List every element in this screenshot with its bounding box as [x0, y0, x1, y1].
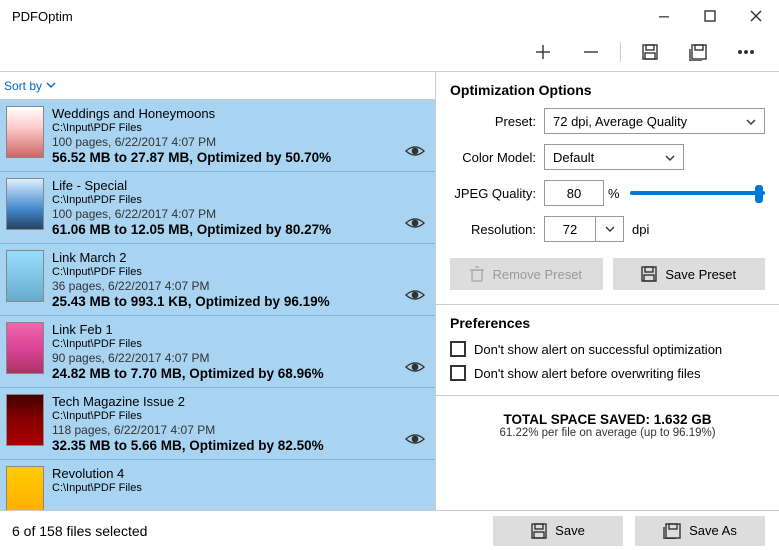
file-thumbnail	[6, 322, 44, 374]
file-meta: 100 pages, 6/22/2017 4:07 PM	[52, 207, 427, 221]
file-result: 25.43 MB to 993.1 KB, Optimized by 96.19…	[52, 294, 427, 309]
file-item[interactable]: Link Feb 1C:\Input\PDF Files90 pages, 6/…	[0, 316, 435, 388]
file-path: C:\Input\PDF Files	[52, 266, 427, 278]
percent-label: %	[608, 186, 620, 201]
total-space-saved: TOTAL SPACE SAVED: 1.632 GB	[450, 412, 765, 427]
save-preset-button[interactable]: Save Preset	[613, 258, 766, 290]
more-button[interactable]	[723, 34, 769, 70]
file-title: Life - Special	[52, 178, 427, 193]
save-as-icon	[663, 523, 681, 539]
dpi-label: dpi	[632, 222, 649, 237]
preview-icon[interactable]	[405, 360, 425, 379]
save-as-button[interactable]: Save As	[635, 516, 765, 546]
file-thumbnail	[6, 394, 44, 446]
toolbar-separator	[620, 42, 621, 62]
chevron-down-icon	[665, 150, 675, 165]
save-toolbar-button[interactable]	[627, 34, 673, 70]
file-meta: 90 pages, 6/22/2017 4:07 PM	[52, 351, 427, 365]
trash-icon	[470, 266, 484, 282]
file-title: Revolution 4	[52, 466, 427, 481]
file-title: Weddings and Honeymoons	[52, 106, 427, 121]
save-button[interactable]: Save	[493, 516, 623, 546]
file-title: Tech Magazine Issue 2	[52, 394, 427, 409]
file-result: 32.35 MB to 5.66 MB, Optimized by 82.50%	[52, 438, 427, 453]
jpeg-quality-label: JPEG Quality:	[450, 186, 544, 201]
save-icon	[531, 523, 547, 539]
remove-button[interactable]	[568, 34, 614, 70]
file-item[interactable]: Link March 2C:\Input\PDF Files36 pages, …	[0, 244, 435, 316]
file-meta: 118 pages, 6/22/2017 4:07 PM	[52, 423, 427, 437]
file-item[interactable]: Life - SpecialC:\Input\PDF Files100 page…	[0, 172, 435, 244]
preset-value: 72 dpi, Average Quality	[553, 114, 687, 129]
file-path: C:\Input\PDF Files	[52, 122, 427, 134]
jpeg-quality-input[interactable]	[544, 180, 604, 206]
file-list: Weddings and HoneymoonsC:\Input\PDF File…	[0, 100, 435, 510]
preview-icon[interactable]	[405, 432, 425, 451]
file-path: C:\Input\PDF Files	[52, 410, 427, 422]
file-thumbnail	[6, 106, 44, 158]
file-path: C:\Input\PDF Files	[52, 338, 427, 350]
file-meta: 100 pages, 6/22/2017 4:07 PM	[52, 135, 427, 149]
sort-by-dropdown[interactable]: Sort by	[4, 79, 56, 93]
file-thumbnail	[6, 250, 44, 302]
preview-icon[interactable]	[405, 216, 425, 235]
resolution-value: 72	[545, 217, 595, 241]
pref-success-alert-checkbox[interactable]	[450, 341, 466, 357]
preview-icon[interactable]	[405, 144, 425, 163]
file-item[interactable]: Revolution 4C:\Input\PDF Files	[0, 460, 435, 510]
window-title: PDFOptim	[12, 9, 641, 24]
preview-icon[interactable]	[405, 288, 425, 307]
sort-by-label: Sort by	[4, 79, 42, 93]
slider-thumb[interactable]	[755, 185, 763, 203]
preset-label: Preset:	[450, 114, 544, 129]
file-meta: 36 pages, 6/22/2017 4:07 PM	[52, 279, 427, 293]
save-label: Save	[555, 523, 585, 538]
color-model-select[interactable]: Default	[544, 144, 684, 170]
chevron-down-icon	[595, 217, 623, 241]
chevron-down-icon	[746, 114, 756, 129]
chevron-down-icon	[46, 82, 56, 89]
maximize-button[interactable]	[687, 0, 733, 32]
options-heading: Optimization Options	[450, 82, 765, 98]
pref-overwrite-alert-checkbox[interactable]	[450, 365, 466, 381]
file-result: 56.52 MB to 27.87 MB, Optimized by 50.70…	[52, 150, 427, 165]
pref-overwrite-alert-label: Don't show alert before overwriting file…	[474, 366, 700, 381]
save-as-label: Save As	[689, 523, 737, 538]
save-preset-label: Save Preset	[665, 267, 736, 282]
divider	[436, 395, 779, 396]
file-path: C:\Input\PDF Files	[52, 194, 427, 206]
close-button[interactable]	[733, 0, 779, 32]
color-model-label: Color Model:	[450, 150, 544, 165]
preset-select[interactable]: 72 dpi, Average Quality	[544, 108, 765, 134]
save-icon	[641, 266, 657, 282]
file-result: 61.06 MB to 12.05 MB, Optimized by 80.27…	[52, 222, 427, 237]
divider	[436, 304, 779, 305]
resolution-label: Resolution:	[450, 222, 544, 237]
file-path: C:\Input\PDF Files	[52, 482, 427, 494]
file-title: Link March 2	[52, 250, 427, 265]
jpeg-quality-slider[interactable]	[630, 191, 765, 195]
color-model-value: Default	[553, 150, 594, 165]
file-item[interactable]: Tech Magazine Issue 2C:\Input\PDF Files1…	[0, 388, 435, 460]
file-item[interactable]: Weddings and HoneymoonsC:\Input\PDF File…	[0, 100, 435, 172]
resolution-select[interactable]: 72	[544, 216, 624, 242]
selection-status: 6 of 158 files selected	[0, 523, 493, 539]
preferences-heading: Preferences	[450, 315, 765, 331]
remove-preset-button[interactable]: Remove Preset	[450, 258, 603, 290]
add-button[interactable]	[520, 34, 566, 70]
minimize-button[interactable]: ─	[641, 0, 687, 32]
file-result: 24.82 MB to 7.70 MB, Optimized by 68.96%	[52, 366, 427, 381]
total-space-sub: 61.22% per file on average (up to 96.19%…	[450, 427, 765, 439]
save-as-toolbar-button[interactable]	[675, 34, 721, 70]
pref-success-alert-label: Don't show alert on successful optimizat…	[474, 342, 722, 357]
remove-preset-label: Remove Preset	[492, 267, 582, 282]
file-thumbnail	[6, 178, 44, 230]
file-title: Link Feb 1	[52, 322, 427, 337]
file-thumbnail	[6, 466, 44, 510]
